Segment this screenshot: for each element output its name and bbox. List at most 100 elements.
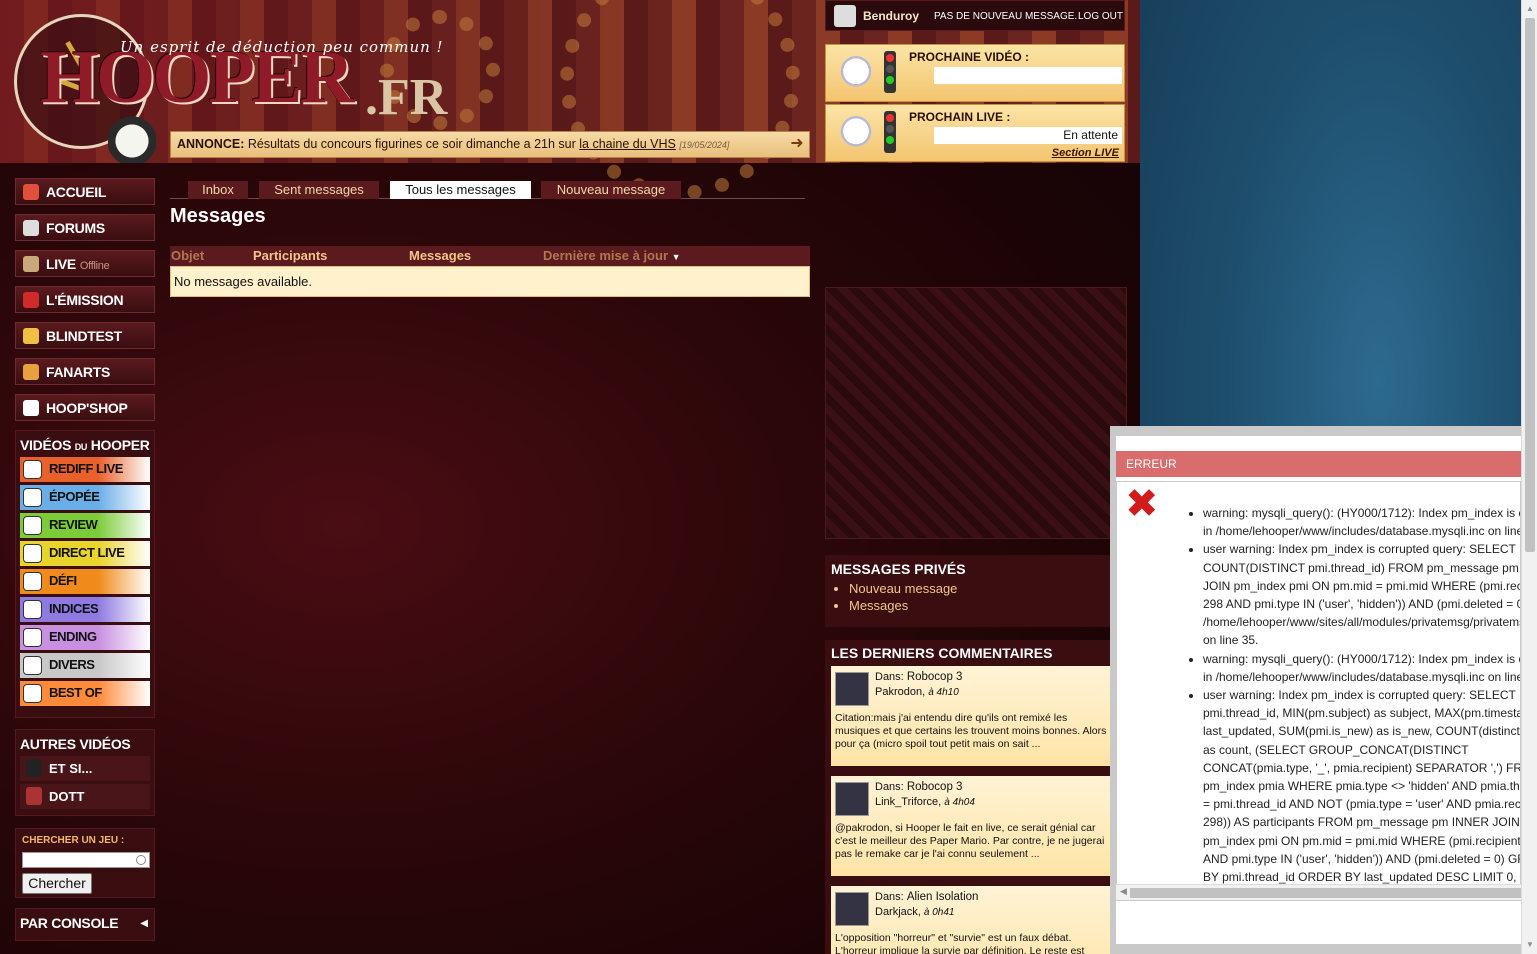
video-category-label: INDICES — [49, 601, 99, 616]
user-avatar[interactable] — [834, 5, 856, 27]
comment-author[interactable]: Darkjack, — [875, 906, 921, 918]
tab-sent-messages[interactable]: Sent messages — [259, 181, 379, 199]
traffic-light-icon — [884, 51, 896, 93]
comment-item[interactable]: Dans: Robocop 3 Pakrodon, à 4h10 Citation:… — [831, 666, 1117, 766]
pm-title: MESSAGES PRIVÉS — [831, 561, 966, 577]
video-category-item[interactable]: REDIFF LIVE — [20, 457, 150, 482]
error-line: user warning: Index pm_index is corrupte… — [1203, 540, 1520, 649]
video-category-item[interactable]: REVIEW — [20, 513, 150, 538]
nav-label: FORUMS — [46, 220, 105, 236]
search-icon — [136, 855, 146, 865]
comment-topic-link[interactable]: Robocop 3 — [907, 671, 963, 683]
comment-item[interactable]: Dans: Alien Isolation Darkjack, à 0h41 L'o… — [831, 886, 1117, 954]
scroll-up-arrow-icon[interactable]: ▲ — [1526, 4, 1534, 14]
next-announcement-arrow-icon[interactable]: ➜ — [787, 135, 807, 153]
search-button[interactable]: Chercher — [22, 873, 92, 894]
comment-in-label: Dans: — [875, 781, 904, 793]
video-category-item[interactable]: DIRECT LIVE — [20, 541, 150, 566]
site-header: HOOPER .FR Un esprit de déduction peu co… — [0, 0, 1140, 200]
col-messages[interactable]: Messages — [409, 248, 471, 263]
video-category-item[interactable]: DÉFI — [20, 569, 150, 594]
scroll-left-arrow-icon[interactable]: ◀ — [1120, 886, 1127, 897]
video-category-item[interactable]: ÉPOPÉE — [20, 485, 150, 510]
nav-label: BLINDTEST — [46, 328, 122, 344]
nav-item-accueil[interactable]: ACCUEIL — [15, 178, 155, 205]
video-category-item[interactable]: DIVERS — [20, 653, 150, 678]
comment-author[interactable]: Pakrodon, — [875, 686, 925, 698]
console-panel[interactable]: PAR CONSOLE ◀ — [15, 908, 155, 941]
video-category-item[interactable]: ENDING — [20, 625, 150, 650]
announcement-bar: ANNONCE: Résultats du concours figurines… — [170, 131, 810, 158]
nav-label: LIVE — [46, 256, 76, 272]
latest-comments-panel: LES DERNIERS COMMENTAIRES Dans: Robocop … — [825, 640, 1125, 954]
comment-avatar[interactable] — [835, 672, 869, 706]
error-list: warning: mysqli_query(): (HY000/1712): I… — [1203, 504, 1520, 886]
video-category-icon — [23, 656, 42, 675]
other-video-dott[interactable]: DOTT — [20, 784, 150, 809]
mascot-icon — [830, 107, 882, 161]
col-objet[interactable]: Objet — [171, 248, 204, 263]
nav-item-blindtest[interactable]: BLINDTEST — [15, 322, 155, 349]
comment-avatar[interactable] — [835, 892, 869, 926]
nav-item-fanarts[interactable]: FANARTS — [15, 358, 155, 385]
other-videos-title: AUTRES VIDÉOS — [20, 736, 131, 752]
main-nav: ACCUEIL FORUMS LIVE Offline L'ÉMISSION BL… — [15, 178, 155, 430]
video-category-label: DIRECT LIVE — [49, 545, 125, 560]
pm-status-link[interactable]: PAS DE NOUVEAU MESSAGE. — [934, 11, 1077, 22]
nav-item-forums[interactable]: FORUMS — [15, 214, 155, 241]
tab-all-messages[interactable]: Tous les messages — [390, 181, 531, 199]
nav-item-emission[interactable]: L'ÉMISSION — [15, 286, 155, 313]
video-category-label: DÉFI — [49, 573, 77, 588]
nav-item-live[interactable]: LIVE Offline — [15, 250, 155, 277]
col-participants[interactable]: Participants — [253, 248, 327, 263]
live-camera-icon — [23, 256, 39, 272]
dott-icon — [26, 787, 42, 805]
comment-author[interactable]: Link_Triforce, — [875, 796, 941, 808]
site-logo-suffix[interactable]: .FR — [365, 68, 447, 127]
search-input[interactable] — [22, 852, 150, 868]
video-category-icon — [23, 544, 42, 563]
next-live-title: PROCHAIN LIVE : — [909, 110, 1011, 124]
video-category-item[interactable]: INDICES — [20, 597, 150, 622]
comment-time: à 4h10 — [928, 687, 959, 698]
emission-icon — [23, 292, 39, 308]
username-link[interactable]: Benduroy — [863, 9, 919, 23]
live-section-link[interactable]: Section LIVE — [1052, 147, 1119, 159]
other-video-et-si[interactable]: ET SI... — [20, 756, 150, 781]
comment-avatar[interactable] — [835, 782, 869, 816]
chevron-left-icon[interactable]: ◀ — [140, 918, 148, 929]
video-category-item[interactable]: BEST OF — [20, 681, 150, 706]
logout-link[interactable]: LOG OUT — [1078, 11, 1123, 22]
tab-new-message[interactable]: Nouveau message — [541, 181, 681, 199]
pm-messages-link[interactable]: Messages — [849, 598, 1119, 613]
announcement-link[interactable]: la chaine du VHS — [579, 137, 676, 151]
scrollbar-thumb[interactable] — [1130, 888, 1521, 898]
scrollbar-thumb[interactable] — [1525, 18, 1535, 552]
comments-title: LES DERNIERS COMMENTAIRES — [831, 645, 1053, 661]
col-last-update[interactable]: Dernière mise à jour ▼ — [543, 248, 681, 263]
search-label: CHERCHER UN JEU : — [22, 835, 125, 846]
video-category-label: DIVERS — [49, 657, 95, 672]
console-title: PAR CONSOLE — [20, 915, 119, 931]
videos-panel: VIDÉOS DU HOOPER REDIFF LIVE ÉPOPÉE REVIEW… — [15, 430, 155, 718]
comment-meta: Dans: Alien Isolation Darkjack, à 0h41 — [875, 890, 978, 920]
page-title: Messages — [170, 205, 266, 227]
private-messages-panel: MESSAGES PRIVÉS Nouveau message Messages — [825, 555, 1125, 627]
comment-topic-link[interactable]: Robocop 3 — [907, 781, 963, 793]
cat-mascot-icon — [108, 108, 156, 163]
comment-item[interactable]: Dans: Robocop 3 Link_Triforce, à 4h04 @pak… — [831, 776, 1117, 876]
error-x-icon: ✖ — [1125, 482, 1159, 526]
video-category-icon — [23, 572, 42, 591]
nav-item-hoopshop[interactable]: HOOP'SHOP — [15, 394, 155, 421]
game-search-panel: CHERCHER UN JEU : Chercher — [15, 828, 155, 898]
scroll-down-arrow-icon[interactable]: ▼ — [1526, 940, 1534, 950]
nav-label: HOOP'SHOP — [46, 400, 128, 416]
messages-tabs: Inbox Sent messages Tous les messages No… — [170, 181, 805, 199]
tab-inbox[interactable]: Inbox — [188, 181, 248, 199]
comment-in-label: Dans: — [875, 671, 904, 683]
pm-new-message-link[interactable]: Nouveau message — [849, 581, 1119, 596]
error-horizontal-scrollbar[interactable]: ◀ — [1116, 884, 1521, 900]
page-scrollbar[interactable]: ▲ ▼ — [1521, 0, 1537, 954]
comment-topic-link[interactable]: Alien Isolation — [907, 891, 979, 903]
announcement-text: Résultats du concours figurines ce soir … — [247, 137, 576, 151]
